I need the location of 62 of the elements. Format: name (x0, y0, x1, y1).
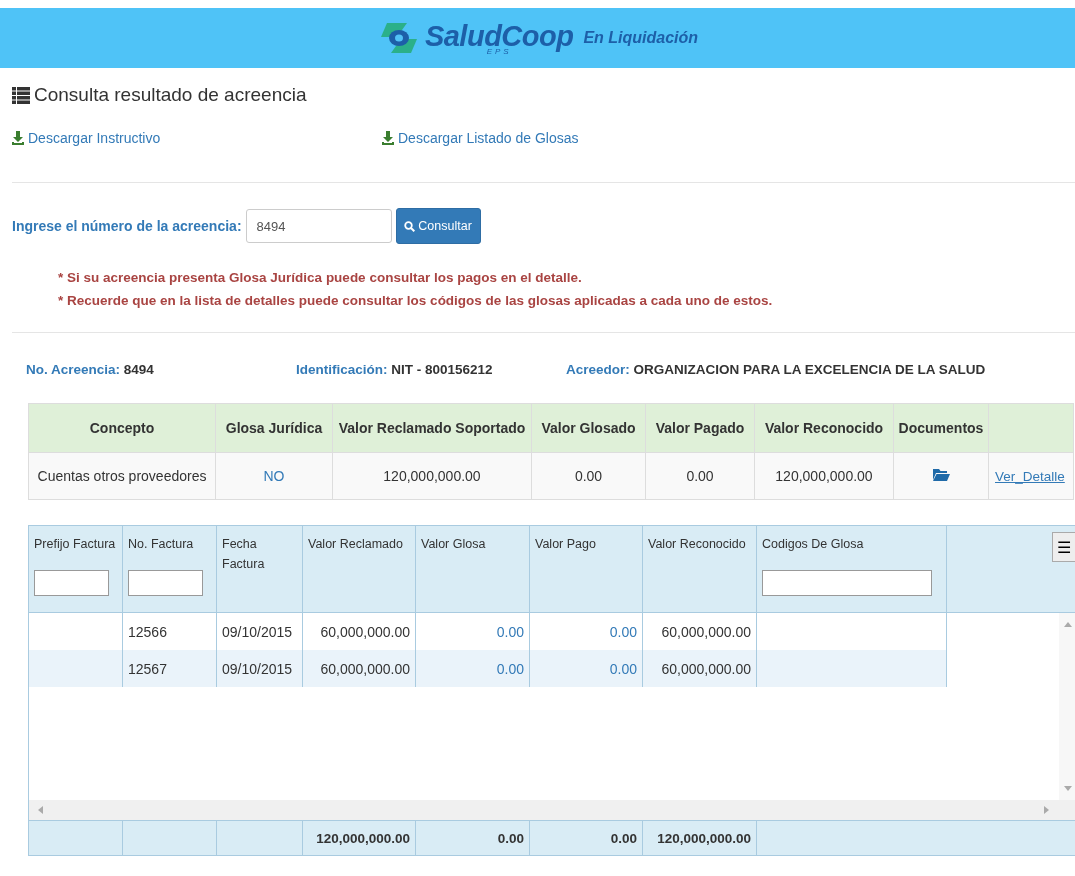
download-icon (382, 131, 394, 145)
column-header: Documentos (893, 403, 989, 453)
total-cell: 120,000,000.00 (303, 821, 416, 855)
folder-icon[interactable] (932, 468, 950, 481)
info-label: Identificación: (296, 362, 388, 377)
search-icon (404, 220, 416, 232)
column-header: Valor Pago (535, 536, 597, 553)
filter-field[interactable] (128, 570, 203, 596)
table-cell: 60,000,000.00 (643, 650, 757, 687)
download-link[interactable]: Descargar Listado de Glosas (382, 130, 752, 146)
notice-text: * Recuerde que en la lista de detalles puede consultar los códigos de las glosas aplicadas a cada uno de estos. (58, 292, 774, 310)
column-header: Valor Reclamado Soportado (332, 403, 532, 453)
total-cell: 0.00 (530, 821, 643, 855)
column-header: Valor Reclamado (308, 536, 404, 553)
menu-button[interactable]: ☰ (1052, 532, 1075, 562)
table-cell: 0.00 (645, 452, 755, 500)
info-value: 8494 (123, 362, 154, 377)
table-cell: Cuentas otros proveedores (28, 452, 216, 500)
vertical-scrollbar[interactable] (1059, 613, 1075, 800)
column-header: Prefijo Factura (34, 536, 117, 553)
column-header: Concepto (28, 403, 216, 453)
filter-field[interactable] (762, 570, 932, 596)
info-label: No. Acreencia: (26, 362, 121, 377)
table-cell: 60,000,000.00 (303, 650, 416, 687)
column-header: Valor Glosado (531, 403, 646, 453)
column-header: Valor Glosa (421, 536, 487, 553)
table-cell: 0.00 (530, 650, 643, 687)
column-header: No. Factura (128, 536, 195, 553)
info-value: NIT - 800156212 (391, 362, 493, 377)
list-icon (12, 86, 30, 104)
table-cell: 0.00 (416, 650, 530, 687)
column-header: Glosa Jurídica (215, 403, 333, 453)
filter-field[interactable] (34, 570, 109, 596)
column-header: Valor Pagado (645, 403, 755, 453)
acreencia-input[interactable]: 8494 (245, 209, 392, 243)
total-cell: 120,000,000.00 (643, 821, 757, 855)
scroll-right-icon[interactable] (1044, 806, 1050, 814)
table-cell: 120,000,000.00 (754, 452, 894, 500)
field-label: Ingrese el número de la acreencia: (12, 218, 242, 234)
total-cell: 0.00 (416, 821, 530, 855)
table-cell: NO (215, 452, 333, 500)
consultar-button[interactable]: Consultar (395, 208, 481, 244)
column-header: Fecha Factura (222, 536, 266, 573)
page-title: Consulta resultado de acreencia (34, 84, 307, 106)
column-header: Valor Reconocido (648, 536, 747, 553)
table-cell: 120,000,000.00 (332, 452, 532, 500)
table-cell: 09/10/2015 (217, 650, 303, 687)
table-cell: 0.00 (531, 452, 646, 500)
scroll-down-icon[interactable] (1063, 786, 1072, 792)
column-header: Valor Reconocido (754, 403, 894, 453)
download-link[interactable]: Descargar Instructivo (12, 130, 382, 146)
info-value: ORGANIZACION PARA LA EXCELENCIA DE LA SALUD (633, 362, 986, 377)
column-header: Codigos De Glosa (762, 536, 865, 553)
download-icon (12, 131, 24, 145)
brand-name: SaludCoop (424, 20, 574, 51)
horizontal-scrollbar[interactable] (29, 800, 1075, 821)
brand-tagline: En Liquidación (583, 29, 699, 47)
info-label: Acreedor: (566, 362, 630, 377)
notice-text: * Si su acreencia presenta Glosa Jurídica puede consultar los pagos en el detalle. (58, 269, 583, 287)
table-cell: 12567 (123, 650, 217, 687)
scroll-up-icon[interactable] (1063, 621, 1072, 627)
scroll-left-icon[interactable] (37, 806, 43, 814)
